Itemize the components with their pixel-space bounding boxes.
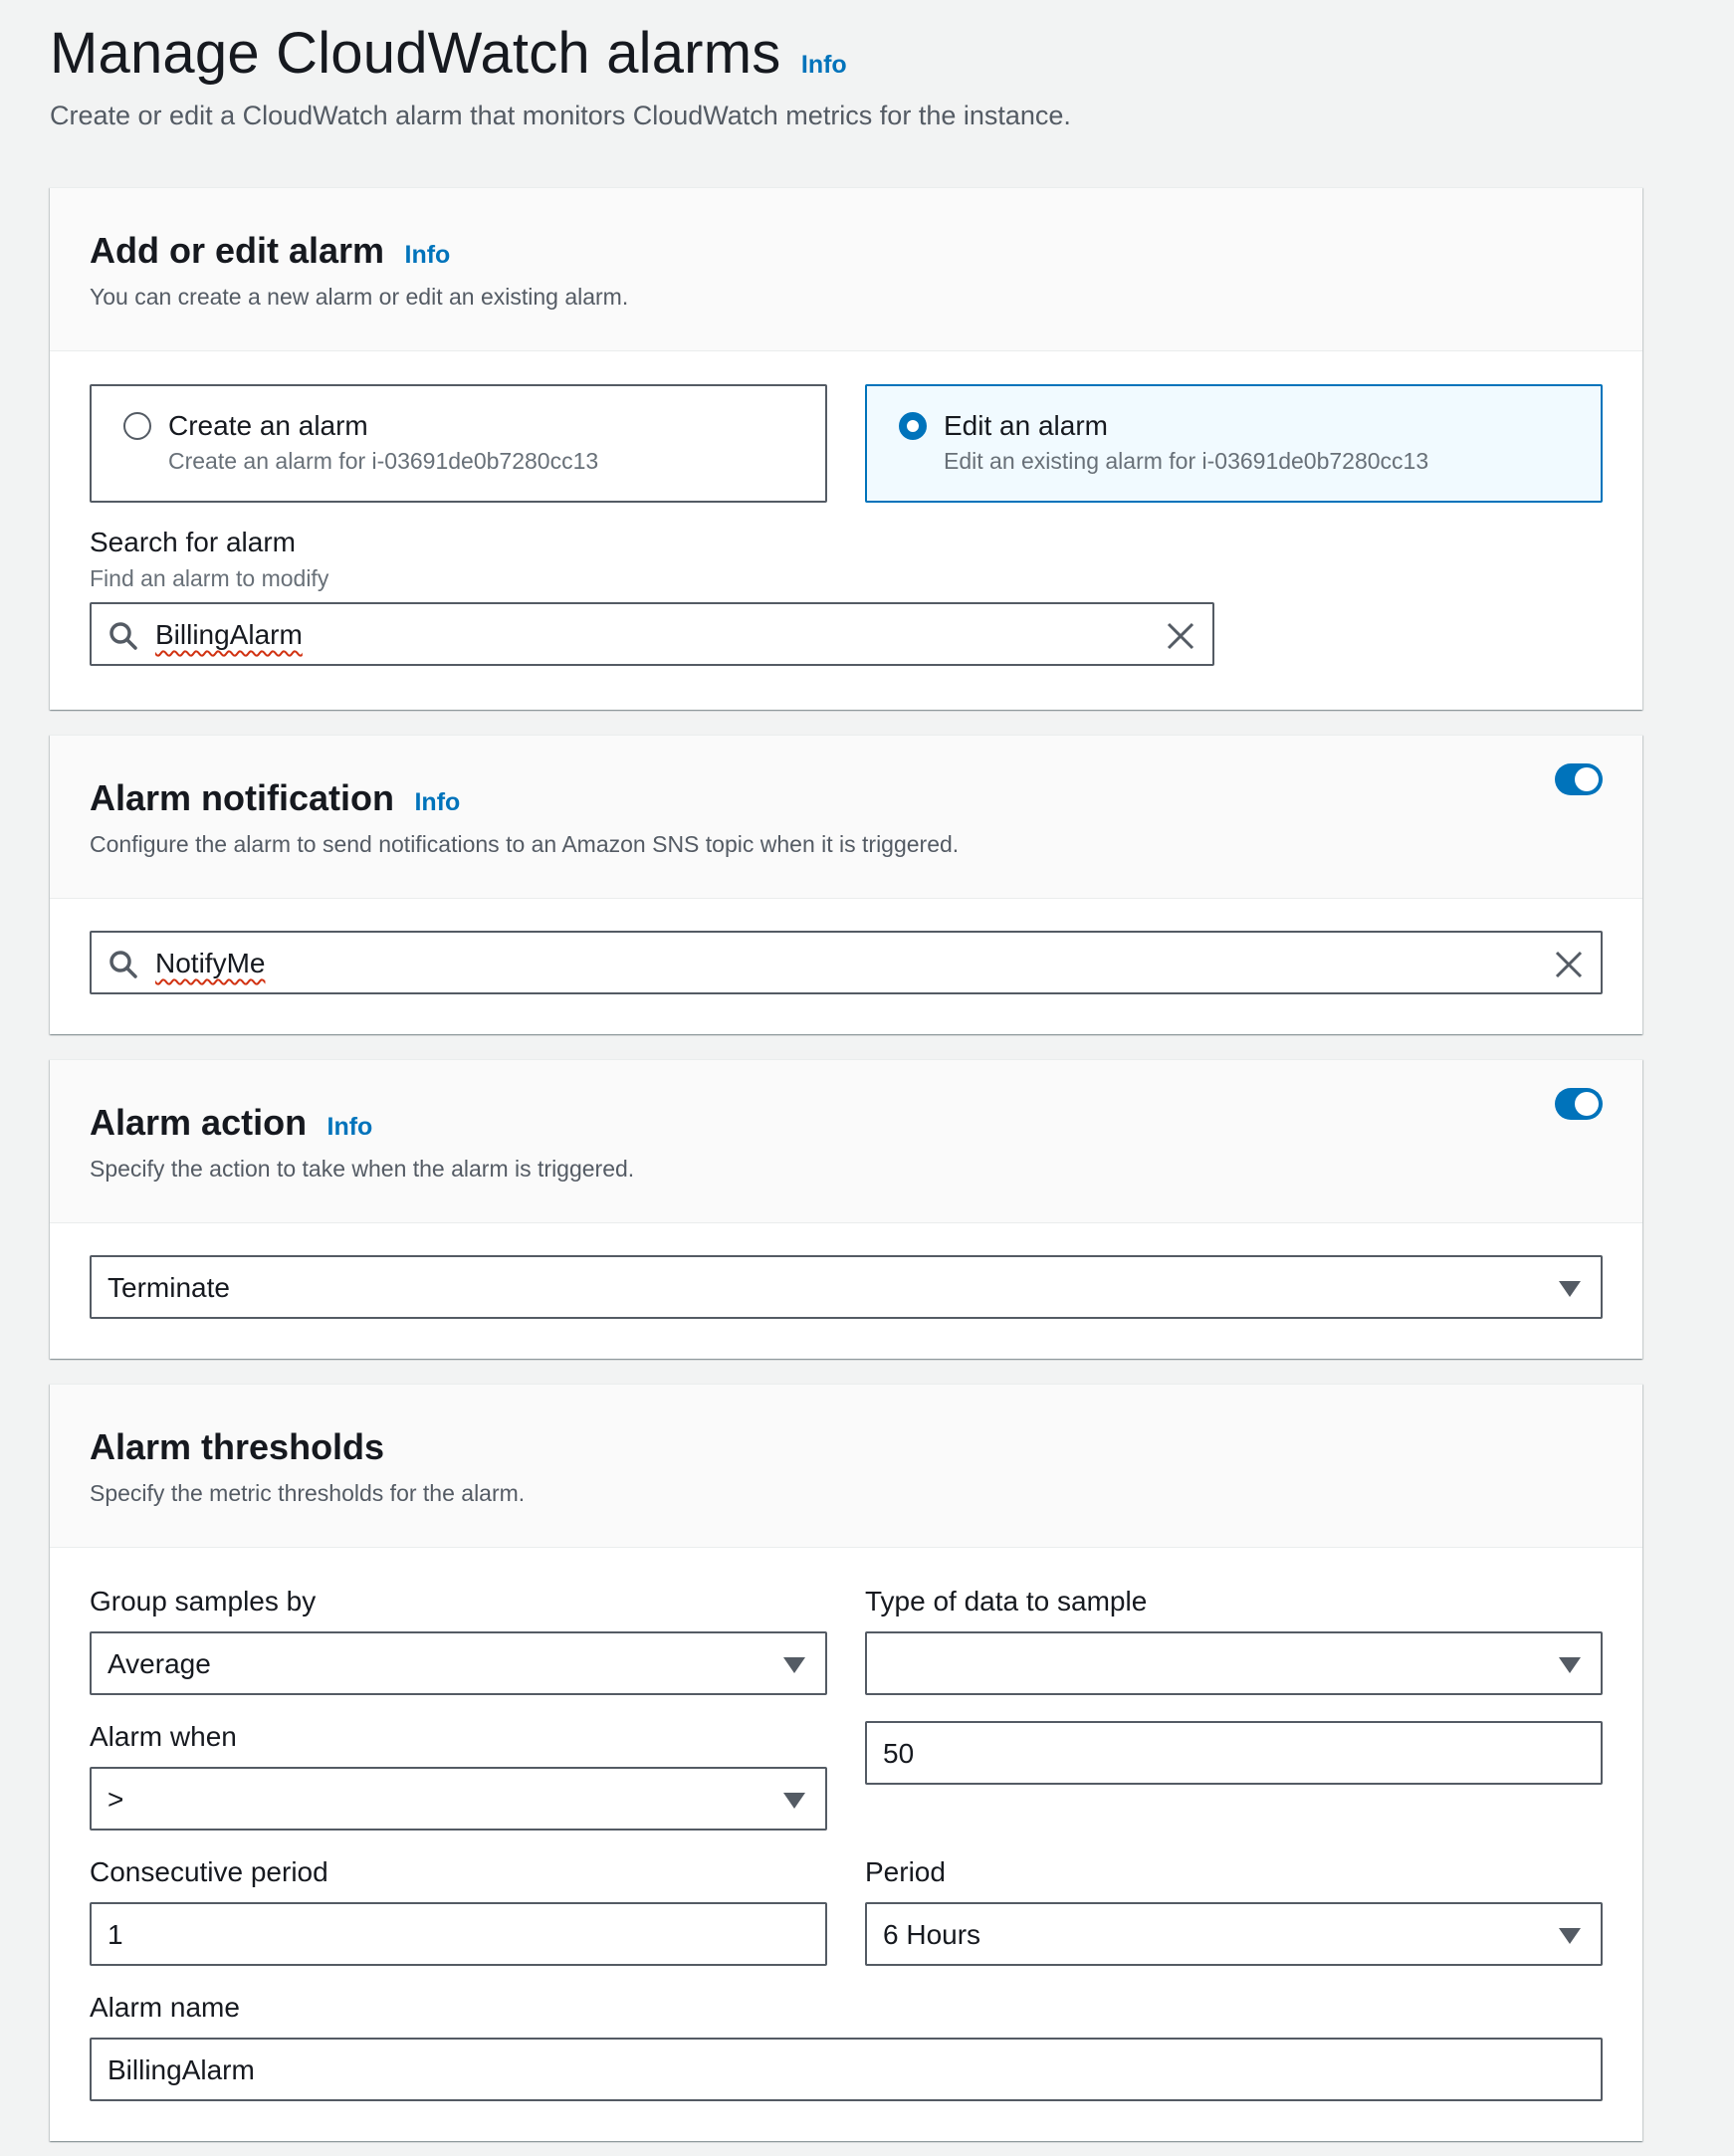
toggle-knob xyxy=(1575,767,1599,791)
alarm-thresholds-header: Alarm thresholds Specify the metric thre… xyxy=(50,1385,1642,1548)
edit-alarm-label: Edit an alarm xyxy=(944,410,1108,441)
alarm-notification-title: Alarm notification xyxy=(90,777,395,818)
sns-topic-input[interactable]: NotifyMe xyxy=(90,931,1603,994)
edit-alarm-radio[interactable] xyxy=(899,412,927,440)
alarm-notification-header: Alarm notification Info Configure the al… xyxy=(50,736,1642,899)
sns-topic-value: NotifyMe xyxy=(155,948,266,978)
data-type-label: Type of data to sample xyxy=(865,1586,1148,1617)
alarm-when-label: Alarm when xyxy=(90,1721,237,1752)
search-icon xyxy=(109,622,137,650)
period-value: 6 Hours xyxy=(883,1919,981,1950)
alarm-action-info-link[interactable]: Info xyxy=(327,1113,373,1141)
add-edit-alarm-header: Add or edit alarm Info You can create a … xyxy=(50,188,1642,351)
create-alarm-description: Create an alarm for i-03691de0b7280cc13 xyxy=(168,448,599,474)
add-edit-alarm-panel: Add or edit alarm Info You can create a … xyxy=(50,187,1642,710)
period-label: Period xyxy=(865,1856,946,1887)
consecutive-period-label: Consecutive period xyxy=(90,1856,328,1887)
alarm-thresholds-panel: Alarm thresholds Specify the metric thre… xyxy=(50,1384,1642,2141)
alarm-thresholds-title: Alarm thresholds xyxy=(90,1426,385,1467)
alarm-action-toggle[interactable] xyxy=(1555,1088,1603,1120)
group-samples-label: Group samples by xyxy=(90,1586,317,1617)
period-select[interactable]: 6 Hours xyxy=(865,1902,1603,1966)
alarm-when-select[interactable]: > xyxy=(90,1767,827,1831)
alarm-action-value: Terminate xyxy=(108,1272,230,1303)
create-alarm-label: Create an alarm xyxy=(168,410,368,441)
page-header: Manage CloudWatch alarms Info Create or … xyxy=(50,20,1071,131)
add-edit-alarm-title: Add or edit alarm xyxy=(90,230,385,271)
alarm-name-value: BillingAlarm xyxy=(108,2054,255,2085)
alarm-action-select[interactable]: Terminate xyxy=(90,1255,1603,1319)
group-samples-select[interactable]: Average xyxy=(90,1631,827,1695)
chevron-down-icon xyxy=(1559,1281,1581,1297)
alarm-name-label: Alarm name xyxy=(90,1992,240,2023)
page-info-link[interactable]: Info xyxy=(801,51,847,79)
alarm-notification-toggle[interactable] xyxy=(1555,763,1603,795)
chevron-down-icon xyxy=(783,1657,805,1673)
alarm-thresholds-description: Specify the metric thresholds for the al… xyxy=(90,1480,526,1506)
alarm-when-operator: > xyxy=(108,1784,124,1815)
edit-alarm-description: Edit an existing alarm for i-03691de0b72… xyxy=(944,448,1429,474)
consecutive-period-input[interactable]: 1 xyxy=(90,1902,827,1966)
threshold-value-input[interactable]: 50 xyxy=(865,1721,1603,1785)
alarm-action-title: Alarm action xyxy=(90,1102,308,1143)
search-alarm-input[interactable]: BillingAlarm xyxy=(90,602,1214,666)
search-alarm-value: BillingAlarm xyxy=(155,619,303,650)
add-edit-alarm-info-link[interactable]: Info xyxy=(405,241,451,269)
chevron-down-icon xyxy=(1559,1928,1581,1944)
consecutive-period-value: 1 xyxy=(108,1919,123,1950)
clear-icon[interactable] xyxy=(1165,620,1196,652)
clear-icon[interactable] xyxy=(1553,949,1585,980)
search-icon xyxy=(109,951,137,978)
chevron-down-icon xyxy=(783,1793,805,1809)
page-title: Manage CloudWatch alarms xyxy=(50,21,781,86)
alarm-action-header: Alarm action Info Specify the action to … xyxy=(50,1060,1642,1223)
toggle-knob xyxy=(1575,1092,1599,1116)
alarm-notification-panel: Alarm notification Info Configure the al… xyxy=(50,735,1642,1034)
alarm-name-input[interactable]: BillingAlarm xyxy=(90,2038,1603,2101)
alarm-action-panel: Alarm action Info Specify the action to … xyxy=(50,1059,1642,1359)
chevron-down-icon xyxy=(1559,1657,1581,1673)
threshold-value: 50 xyxy=(883,1738,915,1769)
search-alarm-label: Search for alarm xyxy=(90,527,296,557)
create-alarm-tile[interactable]: Create an alarm Create an alarm for i-03… xyxy=(90,384,827,503)
edit-alarm-tile[interactable]: Edit an alarm Edit an existing alarm for… xyxy=(865,384,1603,503)
page-description: Create or edit a CloudWatch alarm that m… xyxy=(50,101,1071,130)
alarm-notification-info-link[interactable]: Info xyxy=(414,788,460,816)
search-alarm-hint: Find an alarm to modify xyxy=(90,565,329,591)
alarm-notification-description: Configure the alarm to send notification… xyxy=(90,831,960,857)
add-edit-alarm-description: You can create a new alarm or edit an ex… xyxy=(90,284,629,310)
group-samples-value: Average xyxy=(108,1648,211,1679)
alarm-action-description: Specify the action to take when the alar… xyxy=(90,1156,635,1182)
data-type-select[interactable] xyxy=(865,1631,1603,1695)
create-alarm-radio[interactable] xyxy=(123,412,151,440)
